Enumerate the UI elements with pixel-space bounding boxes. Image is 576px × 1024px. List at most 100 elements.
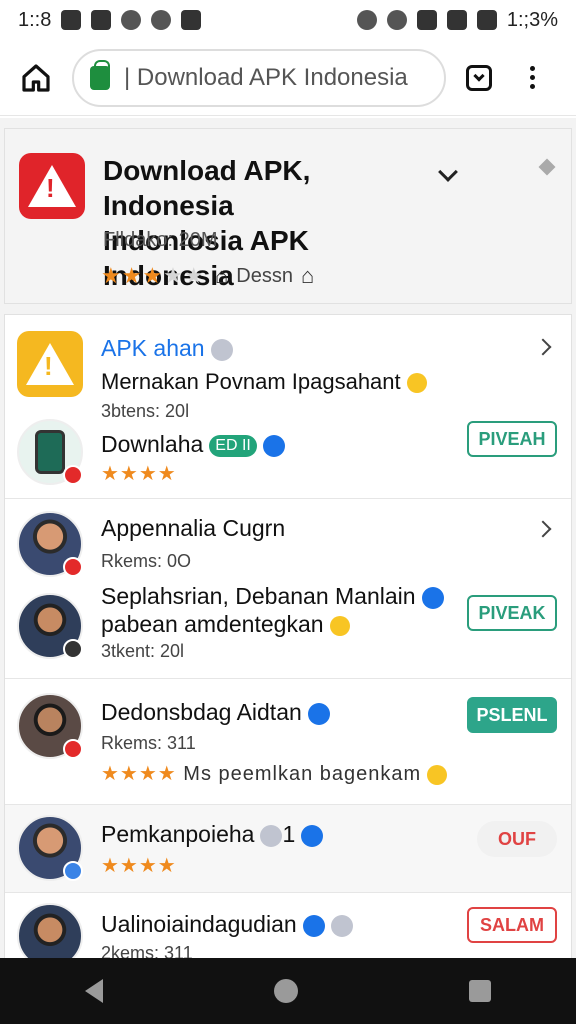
link-icon: [260, 824, 283, 847]
rating-text: Ms peemlkan bagenkam: [183, 763, 422, 785]
warning-app-icon: [19, 153, 85, 219]
home-button[interactable]: [14, 56, 58, 100]
chevron-right-icon[interactable]: [534, 520, 552, 538]
badge-icon: [63, 465, 83, 485]
phone-app-icon: [17, 419, 83, 485]
tag-icon: ⌂: [215, 263, 229, 288]
list-item-title: APK ahan: [101, 335, 233, 362]
diamond-icon: [538, 158, 556, 176]
list-item-meta: 3tkent: 20l: [101, 641, 185, 661]
hero-rating: ★★★★★: [101, 263, 205, 288]
status-bar: 1::8 1:;3%: [0, 0, 576, 40]
hero-card[interactable]: Download APK, Indonesia Indonlosia APK I…: [4, 128, 572, 304]
back-icon[interactable]: [85, 979, 104, 1003]
lock-icon: [90, 59, 110, 90]
list-item-title-text: Pemkanpoieha: [101, 821, 255, 847]
browser-toolbar: | Download APK Indonesia: [0, 40, 576, 116]
sync-icon: [121, 10, 142, 30]
info-icon: [210, 338, 233, 361]
results-list: APK ahan Mernakan Povnam Ipagsahant 3bte…: [4, 314, 572, 958]
address-bar[interactable]: | Download APK Indonesia: [72, 48, 446, 107]
list-item-meta: Rkems: 311: [101, 733, 196, 753]
verified-icon: [307, 702, 330, 725]
chevron-right-icon[interactable]: [534, 338, 552, 356]
bluetooth-icon: [356, 10, 377, 30]
list-item-meta: 2kems: 311: [101, 943, 193, 958]
list-item[interactable]: APK ahan Mernakan Povnam Ipagsahant 3bte…: [5, 315, 571, 499]
list-item-title: Downlaha ED II: [101, 431, 285, 458]
list-item[interactable]: Dedonsbdag Aidtan Rkems: 311 ★★★★ Ms pee…: [5, 679, 571, 805]
list-item[interactable]: Appennalia Cugrn Rkems: 0O Seplahsrian, …: [5, 499, 571, 679]
recents-icon[interactable]: [468, 980, 491, 1002]
tab-switcher-button[interactable]: [466, 64, 492, 91]
avatar: [17, 815, 83, 881]
action-button[interactable]: PIVEAH: [467, 421, 557, 457]
list-item-title: Ualinoiaindagudian: [101, 911, 353, 938]
hero-size: Flldako: 20M: [103, 229, 218, 251]
count-text: 1: [282, 821, 296, 847]
battery-icon: [476, 10, 497, 30]
avatar: [17, 693, 83, 759]
list-item-subtitle: pabean amdentegkan: [101, 611, 350, 638]
status-time: 1::8: [18, 8, 52, 31]
action-button[interactable]: PSLENL: [467, 697, 557, 733]
verified-icon: [262, 434, 285, 457]
photo-icon: [61, 10, 82, 30]
badge-icon: [63, 557, 83, 577]
hero-meta: ⌂ Dessn ⌂: [215, 263, 314, 289]
list-item-title-text: Seplahsrian, Debanan Manlain: [101, 583, 416, 609]
signal-icon: [446, 10, 467, 30]
list-item[interactable]: Ualinoiaindagudian 2kems: 311 SALAM: [5, 893, 571, 958]
navigation-bar: [0, 958, 576, 1024]
home-icon: [22, 63, 50, 92]
list-item-meta: Rkems: 0O: [101, 551, 192, 571]
list-item-title-text: APK ahan: [101, 335, 205, 361]
verified-icon: [302, 914, 325, 937]
url-text: | Download APK Indonesia: [124, 63, 408, 91]
rating-stars: ★★★★: [101, 463, 177, 485]
smile-icon: [427, 764, 448, 785]
list-item-title: Appennalia Cugrn: [101, 515, 286, 541]
list-item[interactable]: Pemkanpoieha 1 ★★★★ OUF: [5, 805, 571, 893]
home-outline-icon: ⌂: [301, 263, 315, 288]
list-item-desc: Mernakan Povnam Ipagsahant: [101, 369, 427, 395]
list-item-title: Pemkanpoieha 1: [101, 821, 324, 848]
add-icon: [63, 639, 83, 659]
menu-button[interactable]: [530, 66, 535, 89]
list-item-title: Dedonsbdag Aidtan: [101, 699, 330, 726]
notification-icon: [151, 10, 172, 30]
badge-icon: [63, 739, 83, 759]
dot-icon: [530, 66, 535, 71]
hero-title-line-1: Download APK, Indonesia: [103, 155, 311, 221]
avatar-icon: [330, 914, 353, 937]
battery-percent: 1:;3%: [506, 8, 558, 31]
badge-icon: [63, 861, 83, 881]
action-button[interactable]: SALAM: [467, 907, 557, 943]
list-item-desc-text: Mernakan Povnam Ipagsahant: [101, 369, 401, 394]
page-content: Download APK, Indonesia Indonlosia APK I…: [0, 118, 576, 958]
apk-app-icon: [17, 331, 83, 397]
avatar: [17, 511, 83, 577]
list-item-meta: 3btens: 20l: [101, 401, 190, 421]
hero-meta-text: Dessn: [236, 264, 293, 287]
app-icon: [91, 10, 112, 30]
dot-icon: [530, 75, 535, 80]
smile-icon: [329, 615, 350, 636]
dot-icon: [530, 84, 535, 89]
action-button[interactable]: PIVEAK: [467, 595, 557, 631]
home-icon[interactable]: [273, 979, 298, 1003]
list-item-subtitle-text: pabean amdentegkan: [101, 611, 324, 637]
alarm-icon: [386, 10, 407, 30]
rating-stars: ★★★★: [101, 855, 177, 877]
smile-icon: [406, 373, 427, 394]
list-item-title: Seplahsrian, Debanan Manlain: [101, 583, 444, 610]
list-item-title-text: Ualinoiaindagudian: [101, 911, 297, 937]
avatar: [17, 903, 83, 958]
action-button[interactable]: OUF: [477, 821, 557, 857]
list-item-title-text: Downlaha: [101, 431, 204, 457]
avatar: [17, 593, 83, 659]
verified-icon: [301, 824, 324, 847]
tabs-icon: [473, 69, 485, 82]
list-item-title-text: Dedonsbdag Aidtan: [101, 699, 302, 725]
rating-stars: ★★★★ Ms peemlkan bagenkam: [101, 761, 448, 786]
